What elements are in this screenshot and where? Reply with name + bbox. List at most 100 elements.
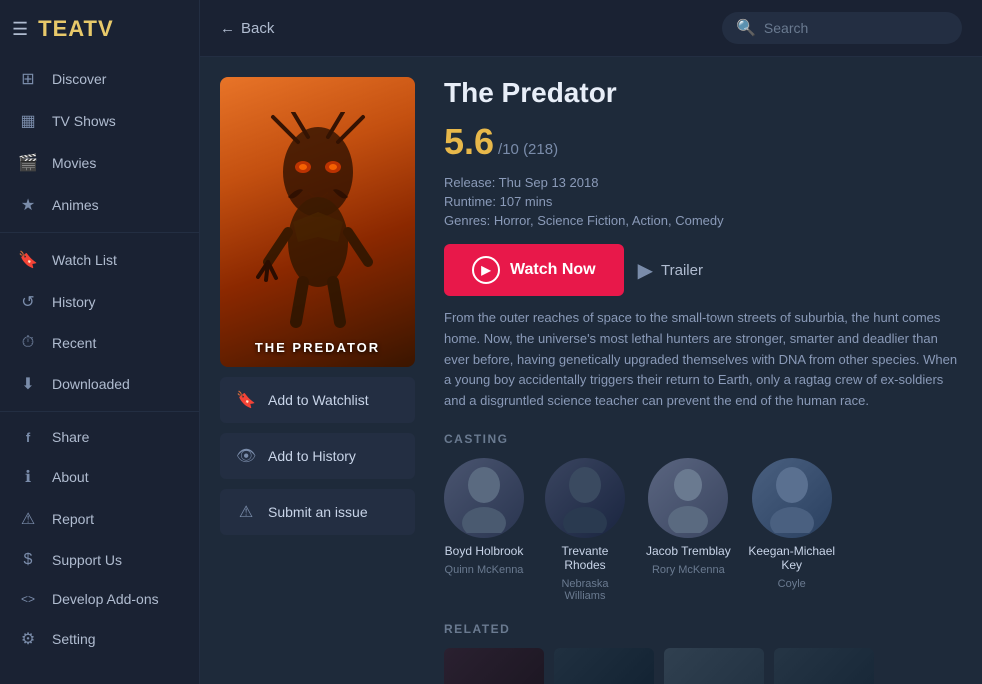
release-info: Release: Thu Sep 13 2018 [444, 175, 962, 190]
cast-char-trevante: Nebraska Williams [540, 578, 630, 602]
sidebar-item-animes[interactable]: ★ Animes [0, 184, 199, 226]
watch-now-button[interactable]: ▶ Watch Now [444, 244, 624, 296]
divider-1 [0, 232, 199, 233]
sidebar-item-support-us[interactable]: $ Support Us [0, 540, 199, 580]
rating-row: 5.6 /10 (218) [444, 121, 962, 163]
develop-icon: <> [18, 592, 38, 606]
cast-name-keegan: Keegan-Michael Key [747, 544, 837, 572]
sidebar-label-watchlist: Watch List [52, 252, 117, 268]
sidebar-item-develop-add-ons[interactable]: <> Develop Add-ons [0, 580, 199, 618]
sidebar-label-setting: Setting [52, 631, 96, 647]
sidebar-item-tv-shows[interactable]: ▦ TV Shows [0, 100, 199, 142]
sidebar-label-movies: Movies [52, 155, 96, 171]
sidebar-label-history: History [52, 294, 96, 310]
sidebar-header: ☰ TEATV [0, 8, 199, 58]
trailer-button[interactable]: ▶ Trailer [638, 258, 703, 283]
add-to-watchlist-button[interactable]: 🔖 Add to Watchlist [220, 377, 415, 423]
trailer-label: Trailer [661, 262, 703, 279]
sidebar-label-share: Share [52, 429, 89, 445]
play-icon: ▶ [472, 256, 500, 284]
cast-item-trevante[interactable]: Trevante Rhodes Nebraska Williams [540, 458, 630, 602]
sidebar-item-movies[interactable]: 🎬 Movies [0, 142, 199, 184]
movies-icon: 🎬 [18, 153, 38, 173]
sidebar-label-develop: Develop Add-ons [52, 591, 159, 607]
search-bar[interactable]: 🔍 [722, 12, 962, 44]
trailer-icon: ▶ [638, 258, 653, 283]
sidebar-item-about[interactable]: ℹ About [0, 456, 199, 498]
related-row [444, 648, 962, 684]
issue-btn-label: Submit an issue [268, 504, 368, 520]
sidebar-item-downloaded[interactable]: ⬇ Downloaded [0, 363, 199, 405]
casting-row: Boyd Holbrook Quinn McKenna Trevante Rho… [444, 458, 962, 602]
sidebar-item-watchlist[interactable]: 🔖 Watch List [0, 239, 199, 281]
action-buttons-row: ▶ Watch Now ▶ Trailer [444, 244, 962, 296]
cast-item-jacob[interactable]: Jacob Tremblay Rory McKenna [646, 458, 731, 602]
report-icon: ⚠ [18, 509, 38, 529]
cast-avatar-boyd [444, 458, 524, 538]
sidebar-item-recent[interactable]: ⏱ Recent [0, 323, 199, 363]
sidebar: ☰ TEATV ⊞ Discover ▦ TV Shows 🎬 Movies ★… [0, 0, 200, 684]
related-label: RELATED [444, 622, 962, 636]
sidebar-label-report: Report [52, 511, 94, 527]
cast-item-boyd[interactable]: Boyd Holbrook Quinn McKenna [444, 458, 524, 602]
movie-description: From the outer reaches of space to the s… [444, 308, 962, 412]
sidebar-item-share[interactable]: f Share [0, 418, 199, 456]
main-content: ← Back 🔍 [200, 0, 982, 684]
related-thumb-3[interactable] [664, 648, 764, 684]
content-area: THE PREDATOR 🔖 Add to Watchlist 👁 Add to… [200, 57, 982, 684]
sidebar-label-discover: Discover [52, 71, 106, 87]
poster-title: THE PREDATOR [220, 340, 415, 355]
sidebar-label-recent: Recent [52, 335, 96, 351]
app-logo: TEATV [38, 16, 113, 42]
meta-info: Release: Thu Sep 13 2018 Runtime: 107 mi… [444, 175, 962, 228]
cast-avatar-keegan [752, 458, 832, 538]
hamburger-icon[interactable]: ☰ [12, 19, 28, 40]
downloaded-icon: ⬇ [18, 374, 38, 394]
poster-creature [220, 77, 415, 367]
watchlist-btn-label: Add to Watchlist [268, 392, 369, 408]
sidebar-item-discover[interactable]: ⊞ Discover [0, 58, 199, 100]
sidebar-label-about: About [52, 469, 89, 485]
search-icon: 🔍 [736, 18, 756, 38]
runtime-info: Runtime: 107 mins [444, 194, 962, 209]
cast-name-boyd: Boyd Holbrook [445, 544, 524, 558]
back-arrow-icon: ← [220, 20, 235, 37]
share-icon: f [18, 430, 38, 445]
rating-score: 5.6 [444, 121, 494, 163]
related-thumb-4[interactable] [774, 648, 874, 684]
right-column: The Predator 5.6 /10 (218) Release: Thu … [444, 77, 962, 684]
sidebar-item-setting[interactable]: ⚙ Setting [0, 618, 199, 660]
sidebar-label-downloaded: Downloaded [52, 376, 130, 392]
cast-avatar-trevante [545, 458, 625, 538]
back-button[interactable]: ← Back [220, 20, 274, 37]
cast-char-jacob: Rory McKenna [652, 564, 725, 576]
left-column: THE PREDATOR 🔖 Add to Watchlist 👁 Add to… [220, 77, 420, 684]
rating-max: /10 (218) [498, 141, 558, 158]
sidebar-nav: ⊞ Discover ▦ TV Shows 🎬 Movies ★ Animes … [0, 58, 199, 684]
top-bar: ← Back 🔍 [200, 0, 982, 57]
related-thumb-1[interactable] [444, 648, 544, 684]
tv-shows-icon: ▦ [18, 111, 38, 131]
support-icon: $ [18, 551, 38, 569]
related-thumb-2[interactable] [554, 648, 654, 684]
sidebar-label-tv-shows: TV Shows [52, 113, 116, 129]
movie-title: The Predator [444, 77, 962, 109]
cast-item-keegan[interactable]: Keegan-Michael Key Coyle [747, 458, 837, 602]
history-btn-label: Add to History [268, 448, 356, 464]
add-to-history-button[interactable]: 👁 Add to History [220, 433, 415, 479]
cast-avatar-jacob [648, 458, 728, 538]
cast-char-keegan: Coyle [778, 578, 806, 590]
history-btn-icon: 👁 [236, 446, 256, 466]
genres-info: Genres: Horror, Science Fiction, Action,… [444, 213, 962, 228]
sidebar-item-report[interactable]: ⚠ Report [0, 498, 199, 540]
watchlist-icon: 🔖 [18, 250, 38, 270]
sidebar-label-animes: Animes [52, 197, 99, 213]
discover-icon: ⊞ [18, 69, 38, 89]
search-input[interactable] [764, 20, 948, 36]
sidebar-item-history[interactable]: ↺ History [0, 281, 199, 323]
casting-label: CASTING [444, 432, 962, 446]
watch-now-label: Watch Now [510, 261, 596, 279]
movie-poster: THE PREDATOR [220, 77, 415, 367]
submit-issue-button[interactable]: ⚠ Submit an issue [220, 489, 415, 535]
sidebar-label-support-us: Support Us [52, 552, 122, 568]
